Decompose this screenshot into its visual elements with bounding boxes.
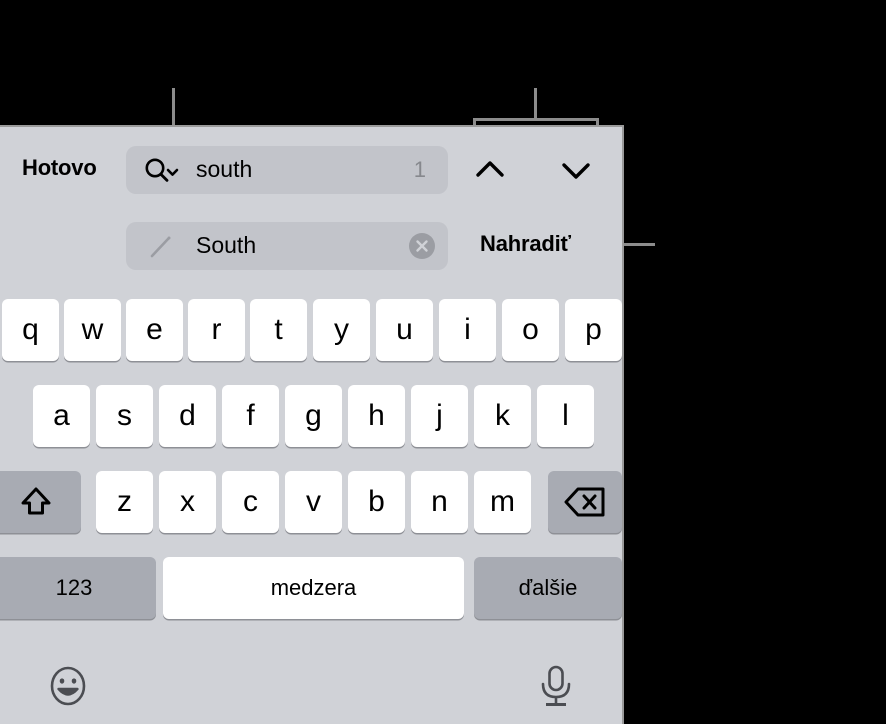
key-i[interactable]: i xyxy=(439,299,496,361)
key-m[interactable]: m xyxy=(474,471,531,533)
key-k[interactable]: k xyxy=(474,385,531,447)
search-input-value[interactable]: south xyxy=(196,156,252,183)
shift-key[interactable] xyxy=(0,471,81,533)
key-l[interactable]: l xyxy=(537,385,594,447)
key-j[interactable]: j xyxy=(411,385,468,447)
key-w[interactable]: w xyxy=(64,299,121,361)
replace-button[interactable]: Nahradiť xyxy=(480,231,571,257)
key-a[interactable]: a xyxy=(33,385,90,447)
key-v[interactable]: v xyxy=(285,471,342,533)
search-dropdown-icon[interactable] xyxy=(144,157,184,183)
callout-line-nav-stem xyxy=(534,88,537,121)
key-c[interactable]: c xyxy=(222,471,279,533)
on-screen-keyboard: q w e r t y u i o p a s d f g h j k l z … xyxy=(0,299,624,724)
key-u[interactable]: u xyxy=(376,299,433,361)
microphone-icon xyxy=(541,665,571,706)
key-t[interactable]: t xyxy=(250,299,307,361)
key-z[interactable]: z xyxy=(96,471,153,533)
keyboard-row-2: a s d f g h j k l xyxy=(0,385,624,447)
key-g[interactable]: g xyxy=(285,385,342,447)
microphone-button[interactable] xyxy=(534,662,578,710)
key-n[interactable]: n xyxy=(411,471,468,533)
emoji-smiley-icon xyxy=(50,666,86,706)
next-key[interactable]: ďalšie xyxy=(474,557,622,619)
callout-bracket-nav xyxy=(473,118,599,121)
replace-input-value[interactable]: South xyxy=(196,232,256,259)
space-key[interactable]: medzera xyxy=(163,557,464,619)
key-o[interactable]: o xyxy=(502,299,559,361)
key-s[interactable]: s xyxy=(96,385,153,447)
search-field[interactable]: south 1 xyxy=(126,146,448,194)
backspace-delete-icon xyxy=(564,487,605,517)
done-button[interactable]: Hotovo xyxy=(22,155,97,181)
previous-match-button[interactable] xyxy=(468,154,512,186)
replace-bar-row: South Nahradiť xyxy=(0,222,624,270)
emoji-button[interactable] xyxy=(46,664,90,708)
key-y[interactable]: y xyxy=(313,299,370,361)
keyboard-accessory-row xyxy=(0,652,624,724)
key-q[interactable]: q xyxy=(2,299,59,361)
shift-up-arrow-icon xyxy=(21,487,50,515)
match-count: 1 xyxy=(413,157,426,182)
numbers-key[interactable]: 123 xyxy=(0,557,156,619)
key-x[interactable]: x xyxy=(159,471,216,533)
next-match-button[interactable] xyxy=(554,154,598,186)
replace-field[interactable]: South xyxy=(126,222,448,270)
key-b[interactable]: b xyxy=(348,471,405,533)
key-f[interactable]: f xyxy=(222,385,279,447)
find-bar-row: Hotovo south 1 xyxy=(0,146,624,194)
key-p[interactable]: p xyxy=(565,299,622,361)
find-replace-keyboard-panel: Hotovo south 1 South Nahradiť q w e r t … xyxy=(0,125,624,724)
key-d[interactable]: d xyxy=(159,385,216,447)
key-e[interactable]: e xyxy=(126,299,183,361)
keyboard-row-3: z x c v b n m xyxy=(0,471,624,533)
screenshot-root: Hotovo south 1 South Nahradiť q w e r t … xyxy=(0,0,886,724)
key-r[interactable]: r xyxy=(188,299,245,361)
backspace-key[interactable] xyxy=(548,471,622,533)
keyboard-row-1: q w e r t y u i o p xyxy=(0,299,624,361)
pencil-icon xyxy=(148,234,174,260)
keyboard-row-4: 123 medzera ďalšie xyxy=(0,557,624,619)
key-h[interactable]: h xyxy=(348,385,405,447)
clear-replace-button[interactable] xyxy=(409,233,435,259)
